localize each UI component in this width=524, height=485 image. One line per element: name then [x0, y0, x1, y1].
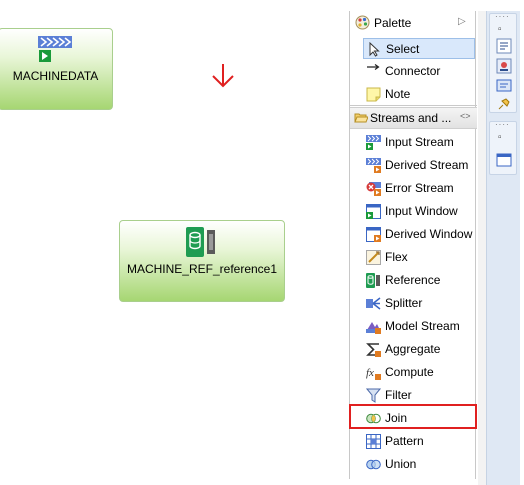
palette-item-input-stream[interactable]: Input Stream — [363, 132, 475, 153]
collapse-palette-icon[interactable]: ▷ — [458, 16, 466, 27]
palette-item-model-stream[interactable]: Model Stream — [363, 316, 475, 337]
machinedata-node[interactable]: MACHINEDATA — [0, 28, 113, 110]
palette-icon — [355, 15, 370, 30]
palette-item-label: Filter — [385, 388, 412, 402]
palette-item-pattern[interactable]: Pattern — [363, 431, 475, 452]
palette-item-error-stream[interactable]: Error Stream — [363, 178, 475, 199]
model-stream-icon — [366, 322, 381, 334]
union-icon — [366, 459, 381, 470]
palette-title: Palette — [374, 16, 412, 30]
join-highlight-box — [349, 404, 477, 429]
pattern-icon — [366, 434, 381, 449]
tool-select[interactable]: Select — [363, 38, 475, 59]
palette-item-label: Error Stream — [385, 181, 454, 195]
console-view-icon[interactable] — [496, 78, 512, 94]
palette-item-label: Aggregate — [385, 342, 441, 356]
outline-view-icon[interactable] — [496, 38, 512, 54]
input-stream-icon — [366, 135, 381, 150]
reference-icon — [186, 227, 215, 257]
palette-item-union[interactable]: Union — [363, 454, 475, 475]
input-window-icon — [366, 204, 381, 219]
machine-ref-node[interactable]: MACHINE_REF_reference1 — [119, 220, 285, 302]
restore-icon[interactable]: ▫ — [498, 24, 502, 35]
restore-icon[interactable]: ▫ — [498, 132, 502, 143]
node-label: MACHINEDATA — [12, 69, 99, 83]
open-folder-icon — [354, 113, 368, 123]
compute-icon: fx — [366, 367, 381, 380]
drawer-label: Streams and ... — [370, 111, 452, 125]
derived-window-icon — [366, 227, 381, 242]
properties-view-icon[interactable] — [496, 58, 512, 74]
palette-item-splitter[interactable]: Splitter — [363, 293, 475, 314]
palette-item-label: Input Window — [385, 204, 458, 218]
palette-item-input-window[interactable]: Input Window — [363, 201, 475, 222]
tool-connector[interactable]: Connector — [363, 61, 475, 82]
trim-stack-top: ···· ▫ — [489, 12, 517, 113]
palette-divider — [350, 105, 477, 106]
palette-item-derived-window[interactable]: Derived Window — [363, 224, 475, 245]
palette-item-compute[interactable]: fx Compute — [363, 362, 475, 383]
connector-arrow-icon — [367, 64, 380, 70]
palette-item-label: Input Stream — [385, 135, 454, 149]
palette-item-label: Reference — [385, 273, 441, 287]
palette-item-label: Splitter — [385, 296, 423, 310]
note-icon — [366, 87, 381, 102]
palette-item-derived-stream[interactable]: Derived Stream — [363, 155, 475, 176]
pin-view-icon[interactable] — [496, 96, 512, 112]
filter-icon — [366, 388, 381, 403]
side-trim-bar: ···· ▫ ···· ▫ — [486, 11, 520, 485]
palette-item-filter[interactable]: Filter — [363, 385, 475, 406]
cursor-arrow-icon — [369, 42, 380, 57]
splitter-icon — [366, 297, 381, 310]
palette-edge — [478, 11, 486, 485]
drawer-streams-and-windows[interactable]: Streams and ... <> — [350, 107, 477, 129]
drag-handle[interactable]: ···· — [495, 12, 510, 21]
tool-label: Connector — [385, 64, 441, 78]
palette-item-label: Pattern — [385, 434, 424, 448]
arrow-down-icon — [212, 64, 234, 88]
reference-icon — [366, 273, 380, 288]
palette-item-label: Derived Stream — [385, 158, 469, 172]
palette-item-label: Derived Window — [385, 227, 473, 241]
aggregate-icon — [366, 343, 381, 357]
drag-handle[interactable]: ···· — [495, 120, 510, 129]
palette-item-label: Compute — [385, 365, 434, 379]
input-stream-icon — [38, 36, 72, 62]
palette-item-aggregate[interactable]: Aggregate — [363, 339, 475, 360]
tool-label: Note — [385, 87, 411, 101]
palette-item-reference[interactable]: Reference — [363, 270, 475, 291]
drawer-toggle-icon[interactable]: <> — [460, 111, 471, 121]
trim-stack-bottom: ···· ▫ — [489, 120, 517, 175]
palette-item-label: Model Stream — [385, 319, 460, 333]
error-stream-icon — [366, 182, 381, 196]
window-view-icon[interactable] — [496, 152, 512, 168]
svg-text:fx: fx — [366, 367, 374, 379]
flex-icon — [366, 250, 381, 265]
node-label: MACHINE_REF_reference1 — [126, 262, 278, 276]
palette-item-label: Flex — [385, 250, 408, 264]
derived-stream-icon — [366, 158, 381, 173]
diagram-canvas[interactable]: MACHINEDATA MACHINE_REF_reference1 — [0, 0, 345, 485]
palette-item-flex[interactable]: Flex — [363, 247, 475, 268]
palette-header[interactable]: Palette ▷ — [350, 11, 477, 35]
tool-label: Select — [386, 42, 420, 56]
tool-note[interactable]: Note — [363, 84, 475, 105]
palette-item-label: Union — [385, 457, 417, 471]
